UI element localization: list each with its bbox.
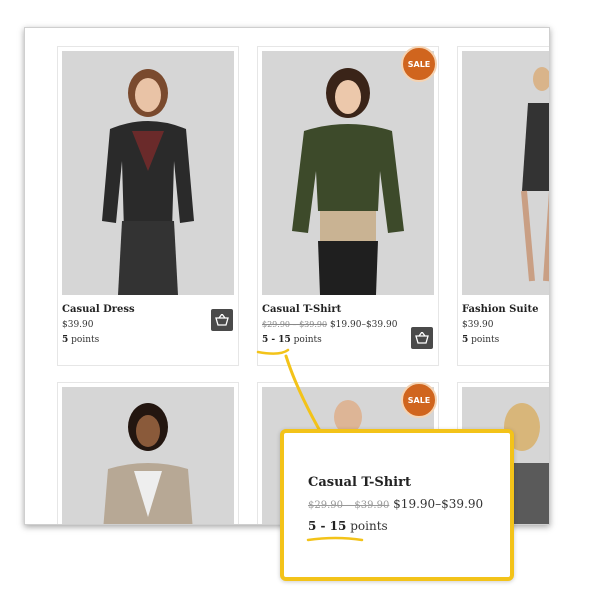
zoom-points-label: points <box>350 519 388 533</box>
zoom-product-name: Casual T-Shirt <box>308 475 411 490</box>
zoom-points: 5 - 15 points <box>308 519 388 533</box>
price-current: $39.90 <box>462 320 494 330</box>
product-card-casual-dress[interactable]: Casual Dress $39.90 5 points <box>57 46 239 366</box>
model-illustration <box>62 51 234 295</box>
product-price: $39.90 <box>62 320 94 330</box>
product-image[interactable] <box>462 51 549 295</box>
zoom-points-value: 5 - 15 <box>308 519 347 533</box>
product-price: $39.90 <box>462 320 494 330</box>
add-to-cart-button[interactable] <box>411 327 433 349</box>
model-illustration <box>462 51 549 295</box>
product-points: 5 - 15 points <box>262 335 322 345</box>
product-name[interactable]: Fashion Suite <box>462 304 538 315</box>
zoom-price-current: $19.90–$39.90 <box>393 497 484 511</box>
product-card-fashion-suite[interactable]: Fashion Suite $39.90 5 points <box>457 46 549 366</box>
points-value: 5 <box>462 335 469 345</box>
sale-badge: SALE <box>401 382 437 418</box>
basket-icon <box>215 314 229 326</box>
highlight-underline <box>306 536 364 542</box>
add-to-cart-button[interactable] <box>211 309 233 331</box>
price-old: $29.90 – $39.90 <box>262 320 328 329</box>
points-label: points <box>471 335 500 345</box>
model-illustration <box>62 387 234 524</box>
product-points: 5 points <box>462 335 499 345</box>
model-illustration <box>262 51 434 295</box>
zoom-price-old: $29.90 – $39.90 <box>308 500 390 511</box>
product-card-casual-t-shirt[interactable]: Casual T-Shirt $29.90 – $39.90 $19.90–$3… <box>257 46 439 366</box>
points-value: 5 - 15 <box>262 335 291 345</box>
sale-badge: SALE <box>401 46 437 82</box>
product-name[interactable]: Casual Dress <box>62 304 135 315</box>
points-label: points <box>71 335 100 345</box>
points-value: 5 <box>62 335 69 345</box>
zoom-callout: Casual T-Shirt $29.90 – $39.90 $19.90–$3… <box>280 429 514 581</box>
product-name[interactable]: Casual T-Shirt <box>262 304 341 315</box>
product-card[interactable] <box>57 382 239 524</box>
points-label: points <box>293 335 322 345</box>
zoom-price: $29.90 – $39.90 $19.90–$39.90 <box>308 497 483 511</box>
product-price: $29.90 – $39.90 $19.90–$39.90 <box>262 320 397 330</box>
basket-icon <box>415 332 429 344</box>
price-current: $39.90 <box>62 320 94 330</box>
price-current: $19.90–$39.90 <box>329 320 398 330</box>
product-image[interactable] <box>262 51 434 295</box>
product-image[interactable] <box>62 387 234 524</box>
product-points: 5 points <box>62 335 99 345</box>
product-image[interactable] <box>62 51 234 295</box>
